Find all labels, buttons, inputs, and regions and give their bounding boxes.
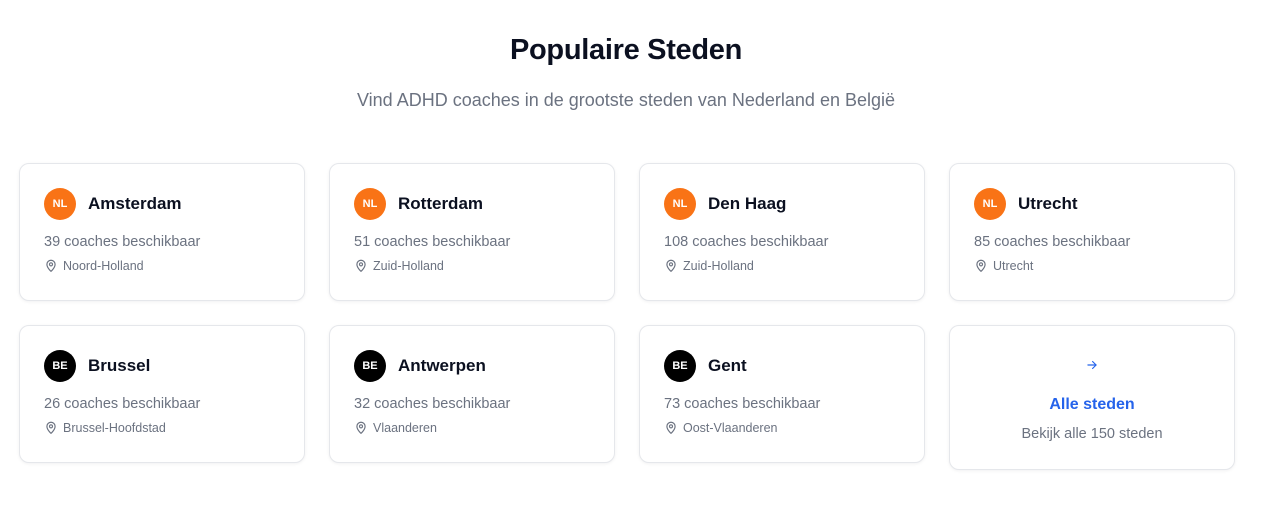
map-pin-icon xyxy=(664,258,678,274)
region-row: Zuid-Holland xyxy=(354,258,590,274)
country-badge-nl: NL xyxy=(664,188,696,220)
country-badge-nl: NL xyxy=(354,188,386,220)
all-cities-subtitle: Bekijk alle 150 steden xyxy=(1021,426,1163,442)
map-pin-icon xyxy=(44,420,58,436)
section-subtitle: Vind ADHD coaches in de grootste steden … xyxy=(356,90,895,110)
region-name: Utrecht xyxy=(993,259,1034,273)
region-name: Brussel-Hoofdstad xyxy=(63,421,166,435)
region-name: Zuid-Holland xyxy=(373,259,444,273)
coach-count: 32 coaches beschikbaar xyxy=(354,396,511,412)
region-row: Oost-Vlaanderen xyxy=(664,420,900,436)
all-cities-link[interactable]: Alle steden xyxy=(1049,396,1134,414)
country-badge-be: BE xyxy=(354,350,386,382)
city-card-antwerpen[interactable]: BE Antwerpen 32 coaches beschikbaar Vlaa… xyxy=(329,325,615,463)
arrow-right-icon xyxy=(1085,358,1099,372)
city-name: Rotterdam xyxy=(398,194,484,213)
all-cities-card[interactable]: Alle steden Bekijk alle 150 steden xyxy=(949,325,1235,470)
city-name: Den Haag xyxy=(708,194,787,213)
map-pin-icon xyxy=(354,258,368,274)
city-card-amsterdam[interactable]: NL Amsterdam 39 coaches beschikbaar Noor… xyxy=(19,163,305,301)
city-name: Gent xyxy=(708,356,747,375)
city-card-header: BE Gent xyxy=(664,350,900,382)
city-name: Amsterdam xyxy=(88,194,182,213)
city-card-den-haag[interactable]: NL Den Haag 108 coaches beschikbaar Zuid… xyxy=(639,163,925,301)
region-name: Zuid-Holland xyxy=(683,259,754,273)
city-card-gent[interactable]: BE Gent 73 coaches beschikbaar Oost-Vlaa… xyxy=(639,325,925,463)
map-pin-icon xyxy=(44,258,58,274)
country-badge-be: BE xyxy=(664,350,696,382)
country-badge-nl: NL xyxy=(974,188,1006,220)
popular-cities-section: Populaire Steden Vind ADHD coaches in de… xyxy=(0,0,1271,516)
section-title: Populaire Steden xyxy=(509,34,743,66)
city-card-rotterdam[interactable]: NL Rotterdam 51 coaches beschikbaar Zuid… xyxy=(329,163,615,301)
region-row: Noord-Holland xyxy=(44,258,280,274)
city-name: Antwerpen xyxy=(398,356,486,375)
coach-count: 26 coaches beschikbaar xyxy=(44,396,201,412)
coach-count: 73 coaches beschikbaar xyxy=(664,396,821,412)
city-card-header: NL Utrecht xyxy=(974,188,1210,220)
region-row: Utrecht xyxy=(974,258,1210,274)
map-pin-icon xyxy=(974,258,988,274)
country-badge-nl: NL xyxy=(44,188,76,220)
city-card-header: NL Amsterdam xyxy=(44,188,280,220)
country-badge-be: BE xyxy=(44,350,76,382)
city-card-header: BE Brussel xyxy=(44,350,280,382)
city-grid: NL Amsterdam 39 coaches beschikbaar Noor… xyxy=(19,163,1235,470)
coach-count: 85 coaches beschikbaar xyxy=(974,234,1131,250)
region-name: Vlaanderen xyxy=(373,421,437,435)
city-name: Brussel xyxy=(88,356,151,375)
city-card-header: NL Den Haag xyxy=(664,188,900,220)
city-name: Utrecht xyxy=(1018,194,1078,213)
region-row: Vlaanderen xyxy=(354,420,590,436)
coach-count: 51 coaches beschikbaar xyxy=(354,234,511,250)
coach-count: 39 coaches beschikbaar xyxy=(44,234,201,250)
region-row: Zuid-Holland xyxy=(664,258,900,274)
region-name: Noord-Holland xyxy=(63,259,144,273)
region-row: Brussel-Hoofdstad xyxy=(44,420,280,436)
map-pin-icon xyxy=(354,420,368,436)
city-card-brussel[interactable]: BE Brussel 26 coaches beschikbaar Brusse… xyxy=(19,325,305,463)
map-pin-icon xyxy=(664,420,678,436)
city-card-header: BE Antwerpen xyxy=(354,350,590,382)
region-name: Oost-Vlaanderen xyxy=(683,421,778,435)
city-card-utrecht[interactable]: NL Utrecht 85 coaches beschikbaar Utrech… xyxy=(949,163,1235,301)
coach-count: 108 coaches beschikbaar xyxy=(664,234,829,250)
city-card-header: NL Rotterdam xyxy=(354,188,590,220)
